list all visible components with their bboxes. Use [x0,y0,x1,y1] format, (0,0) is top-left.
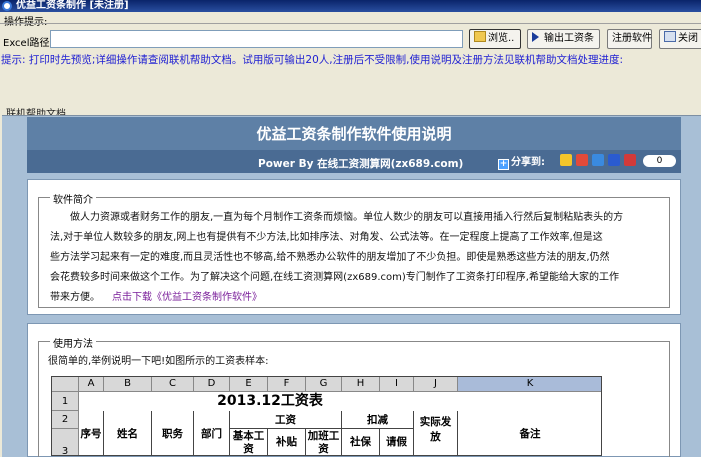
column-header: C [152,377,194,392]
row-header: 1 [52,392,79,411]
qzone-icon[interactable] [592,154,604,166]
register-button-label: 注册软件 [612,33,652,44]
export-button-label: 输出工资条 [544,33,594,44]
share-site-icon[interactable] [576,154,588,166]
exit-icon [664,31,676,42]
salary-sheet-sample: A B C D E F G H I J K 1 2 3 2013.12工资表 序… [51,376,602,456]
intro-line: 会花费较多时间来做这个工作。为了解决这个问题,在线工资测算网(zx689.com… [50,272,619,283]
weibo-icon[interactable] [624,154,636,166]
share-count-badge: 0 [643,155,676,167]
column-header: K [458,377,601,392]
intro-legend: 软件简介 [50,191,96,206]
header-subsidy: 补贴 [268,429,306,455]
browse-button-label: 浏览.. [488,33,515,44]
doc-subheader: Power By 在线工资测算网(zx689.com) + 分享到: 0 [27,150,681,173]
row-header: 2 [52,411,79,429]
powerby-text: Power By 在线工资测算网(zx689.com) [258,158,464,170]
folder-icon [474,31,486,42]
header-deduct-group: 扣减 [342,411,414,429]
browse-button[interactable]: 浏览.. [469,29,521,49]
header-overtime: 加班工资 [306,429,342,455]
excel-path-label: Excel路径 [3,38,50,49]
title-bar: 优益工资条制作 [未注册] [0,0,701,12]
doc-title: 优益工资条制作软件使用说明 [256,125,452,143]
header-salary-group: 工资 [230,411,342,429]
header-name: 姓名 [104,411,152,455]
star-icon[interactable] [560,154,572,166]
row-header: 3 [52,429,79,455]
intro-line: 法,对于单位人数较多的朋友,网上也有提供有不少方法,比如排序法、对角发、公式法等… [50,232,603,243]
header-seq: 序号 [79,411,104,455]
close-button[interactable]: 关闭 [659,29,701,49]
plus-icon: + [498,159,509,170]
corner-cell [52,377,79,392]
intro-line: 些方法学习起来有一定的难度,而且灵活性也不够高,给不熟悉办公软件的朋友增加了不少… [50,252,610,263]
header-actual-pay: 实际发放 [414,411,458,455]
sheet-title: 2013.12工资表 [217,393,323,409]
share-label-text: 分享到: [511,157,545,168]
usage-card: 使用方法 很简单的,举例说明一下吧!如图所示的工资表样本: A B C D E … [27,323,681,457]
register-button[interactable]: 注册软件 [607,29,652,49]
header-position: 职务 [152,411,194,455]
column-header: B [104,377,152,392]
close-button-label: 关闭 [678,33,698,44]
doc-header: 优益工资条制作软件使用说明 Power By 在线工资测算网(zx689.com… [27,117,681,173]
play-icon [532,32,539,42]
export-payslip-button[interactable]: 输出工资条 [527,29,600,49]
header-base-salary: 基本工资 [230,429,268,455]
column-header: J [414,377,458,392]
column-header: F [268,377,306,392]
intro-card: 软件简介 做人力资源或者财务工作的朋友,一直为每个月制作工资条而烦恼。单位人数少… [27,179,681,315]
window-title: 优益工资条制作 [未注册] [16,0,129,11]
column-header: A [79,377,104,392]
header-leave: 请假 [380,429,414,455]
hint-text: 提示: 打印时先预览;详细操作请查阅联机帮助文档。试用版可输出20人,注册后不受… [1,54,623,66]
intro-last-line-text: 带来方便。 [50,292,100,303]
download-link[interactable]: 点击下载《优益工资条制作软件》 [112,292,262,303]
column-header: E [230,377,268,392]
column-header: D [194,377,230,392]
column-header: G [306,377,342,392]
app-icon [2,1,12,11]
share-label[interactable]: + 分享到: [498,153,545,170]
person-icon[interactable] [608,154,620,166]
column-header: H [342,377,380,392]
column-header: I [380,377,414,392]
header-dept: 部门 [194,411,230,455]
intro-last-line: 带来方便。 点击下载《优益工资条制作软件》 [50,288,262,308]
usage-text: 很简单的,举例说明一下吧!如图所示的工资表样本: [48,356,269,367]
usage-legend: 使用方法 [50,335,96,350]
header-remark: 备注 [458,411,601,455]
header-insurance: 社保 [342,429,380,455]
intro-line: 做人力资源或者财务工作的朋友,一直为每个月制作工资条而烦恼。单位人数少的朋友可以… [70,212,624,223]
excel-path-input[interactable] [50,30,463,48]
